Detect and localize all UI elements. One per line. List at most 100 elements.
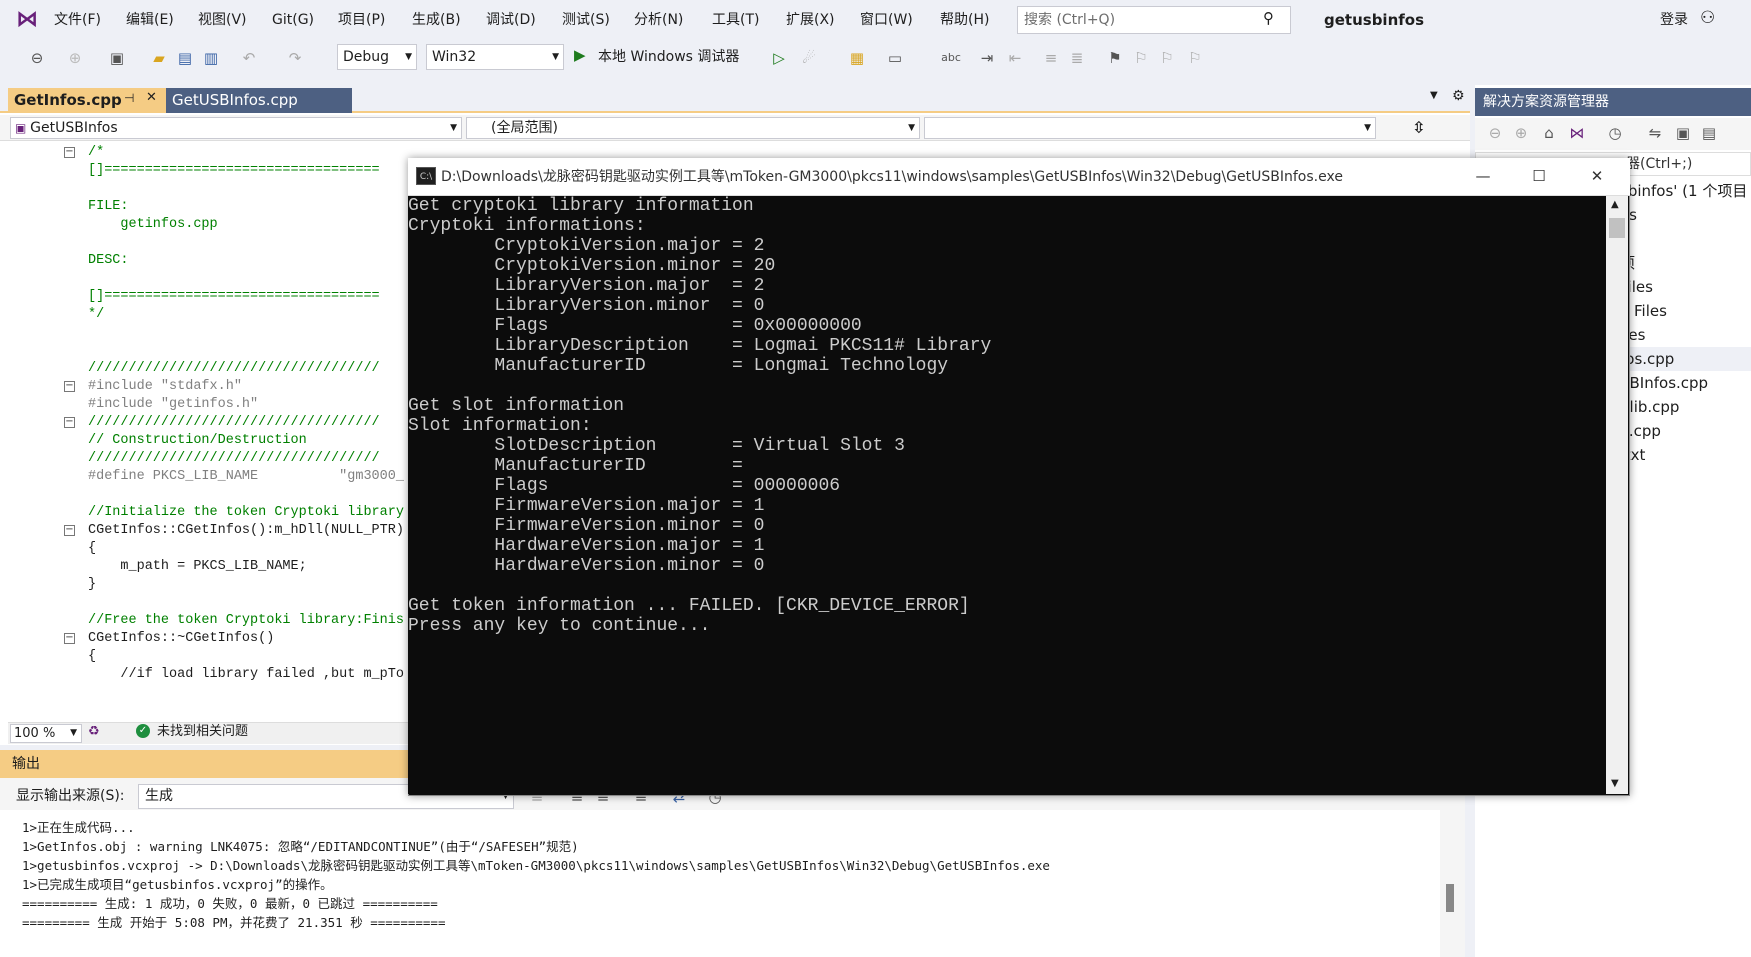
step-over-icon[interactable]: ⇤ — [1004, 47, 1026, 69]
layout-icon[interactable]: ▭ — [884, 47, 906, 69]
redo-icon[interactable]: ↷ — [284, 47, 306, 69]
hot-reload-icon[interactable]: ☄ — [798, 47, 820, 69]
code-line[interactable]: } — [88, 575, 96, 595]
undo-icon[interactable]: ↶ — [238, 47, 260, 69]
close-icon[interactable]: ✕ — [1582, 166, 1612, 186]
member-dropdown[interactable]: ▼ — [924, 117, 1376, 139]
sync-icon[interactable]: ⇋ — [1644, 122, 1666, 144]
code-line[interactable]: #include "stdafx.h" — [88, 377, 242, 397]
bookmark-icon[interactable]: ⚑ — [1104, 47, 1126, 69]
output-text[interactable]: 1>正在生成代码... 1>GetInfos.obj : warning LNK4… — [0, 810, 1440, 957]
code-line[interactable]: []================================== — [88, 287, 380, 307]
project-dropdown[interactable]: ▣ GetUSBInfos ▼ — [10, 117, 462, 139]
code-line[interactable]: FILE: — [88, 197, 129, 217]
code-line[interactable]: //////////////////////////////////// — [88, 359, 380, 379]
code-line[interactable]: //////////////////////////////////// — [88, 449, 380, 469]
code-line[interactable]: //if load library failed ,but m_pToke — [88, 665, 405, 685]
se-back-icon[interactable]: ⊖ — [1484, 122, 1506, 144]
menu-item[interactable]: 分析(N) — [634, 10, 683, 30]
solution-item[interactable]: sbinfos' (1 个项目 — [1620, 180, 1747, 202]
code-line[interactable]: */ — [88, 305, 104, 325]
output-scroll-thumb[interactable] — [1446, 884, 1454, 912]
fold-toggle-icon[interactable]: − — [64, 381, 75, 392]
menu-item[interactable]: 项目(P) — [338, 10, 385, 30]
solution-explorer-title[interactable]: 解决方案资源管理器 — [1475, 88, 1751, 116]
back-icon[interactable]: ⊖ — [26, 47, 48, 69]
minimize-icon[interactable]: — — [1468, 166, 1498, 186]
gear-icon[interactable]: ⚙ — [1452, 88, 1465, 104]
menu-item[interactable]: 工具(T) — [712, 10, 759, 30]
menu-item[interactable]: 文件(F) — [54, 10, 101, 30]
scope-dropdown[interactable]: (全局范围) ▼ — [466, 117, 920, 139]
tab-dropdown-icon[interactable]: ▼ — [1430, 90, 1438, 101]
menu-item[interactable]: 扩展(X) — [786, 10, 835, 30]
code-line[interactable]: CGetInfos::~CGetInfos() — [88, 629, 274, 649]
intellicode-icon[interactable]: ♻ — [88, 724, 100, 739]
home-icon[interactable]: ⌂ — [1538, 122, 1560, 144]
platform-dropdown[interactable]: Win32 ▼ — [426, 44, 564, 70]
search-input[interactable]: 搜索 (Ctrl+Q) — [1017, 6, 1291, 34]
pin-icon[interactable]: ⊣ — [124, 91, 134, 105]
forward-icon[interactable]: ⊕ — [64, 47, 86, 69]
code-line[interactable]: DESC: — [88, 251, 129, 271]
code-line[interactable]: //Free the token Cryptoki library:Finish… — [88, 611, 405, 631]
clear-bookmarks-icon[interactable]: ⚐ — [1184, 47, 1206, 69]
fold-toggle-icon[interactable]: − — [64, 417, 75, 428]
code-line[interactable]: getinfos.cpp — [88, 215, 217, 235]
console-scroll-thumb[interactable] — [1609, 218, 1625, 238]
code-line[interactable]: []================================== — [88, 161, 380, 181]
menu-item[interactable]: 帮助(H) — [940, 10, 989, 30]
menu-item[interactable]: 调试(D) — [486, 10, 536, 30]
code-line[interactable]: { — [88, 647, 96, 667]
code-line[interactable]: // Construction/Destruction — [88, 431, 307, 451]
person-icon[interactable]: ⚇ — [1700, 8, 1715, 28]
search-icon[interactable]: ⚲ — [1263, 9, 1283, 29]
visual-studio-logo-icon[interactable]: ⋈ — [14, 8, 40, 32]
outdent-icon[interactable]: ≡ — [1040, 47, 1062, 69]
output-title[interactable]: 输出 — [0, 750, 410, 778]
start-debug-button[interactable]: 本地 Windows 调试器 — [598, 46, 739, 68]
save-icon[interactable]: ▤ — [174, 47, 196, 69]
vs-switch-icon[interactable]: ⋈ — [1566, 122, 1588, 144]
signin-link[interactable]: 登录 — [1660, 10, 1688, 30]
solution-item[interactable]: SBInfos.cpp — [1620, 372, 1708, 394]
zoom-dropdown[interactable]: 100 % ▼ — [10, 724, 82, 743]
new-project-icon[interactable]: ▣ — [106, 47, 128, 69]
close-tab-icon[interactable]: ✕ — [146, 90, 157, 105]
next-bookmark-icon[interactable]: ⚐ — [1156, 47, 1178, 69]
pending-changes-icon[interactable]: ◷ — [1604, 122, 1626, 144]
fold-toggle-icon[interactable]: − — [64, 525, 75, 536]
code-line[interactable]: /* — [88, 143, 104, 163]
code-line[interactable]: CGetInfos::CGetInfos():m_hDll(NULL_PTR) — [88, 521, 404, 541]
start-debug-icon[interactable]: ▶ — [574, 46, 586, 64]
tab-getinfos-cpp[interactable]: GetInfos.cpp — [8, 88, 168, 113]
code-line[interactable]: { — [88, 539, 96, 559]
step-icon[interactable]: ⇥ — [976, 47, 998, 69]
open-folder-icon[interactable]: ▰ — [148, 47, 170, 69]
indent-icon[interactable]: ≣ — [1066, 47, 1088, 69]
tab-getusbinfos-cpp[interactable]: GetUSBInfos.cpp — [166, 88, 352, 113]
menu-item[interactable]: 测试(S) — [562, 10, 610, 30]
code-line[interactable]: //////////////////////////////////// — [88, 413, 380, 433]
code-line[interactable]: m_path = PKCS_LIB_NAME; — [88, 557, 306, 577]
menu-item[interactable]: 视图(V) — [198, 10, 247, 30]
scroll-down-icon[interactable]: ▼ — [1611, 778, 1619, 789]
code-line[interactable]: //Initialize the token Cryptoki library: — [88, 503, 405, 523]
fold-toggle-icon[interactable]: − — [64, 147, 75, 158]
fold-toggle-icon[interactable]: − — [64, 633, 75, 644]
prev-bookmark-icon[interactable]: ⚐ — [1130, 47, 1152, 69]
split-icon[interactable]: ⇳ — [1412, 118, 1425, 137]
console-scrollbar[interactable] — [1606, 196, 1628, 794]
code-line[interactable]: #include "getinfos.h" — [88, 395, 258, 415]
menu-item[interactable]: 生成(B) — [412, 10, 461, 30]
menu-item[interactable]: Git(G) — [272, 10, 314, 30]
spell-check-icon[interactable]: abc — [940, 47, 962, 69]
scroll-up-icon[interactable]: ▲ — [1611, 199, 1619, 210]
browse-folder-icon[interactable]: ▦ — [846, 47, 868, 69]
maximize-icon[interactable]: ☐ — [1524, 166, 1554, 186]
menu-item[interactable]: 编辑(E) — [126, 10, 174, 30]
code-editor[interactable]: /* []================================== FI… — [10, 143, 405, 723]
config-dropdown[interactable]: Debug ▼ — [337, 44, 417, 70]
menu-item[interactable]: 窗口(W) — [860, 10, 913, 30]
collapse-all-icon[interactable]: ▣ — [1672, 122, 1694, 144]
